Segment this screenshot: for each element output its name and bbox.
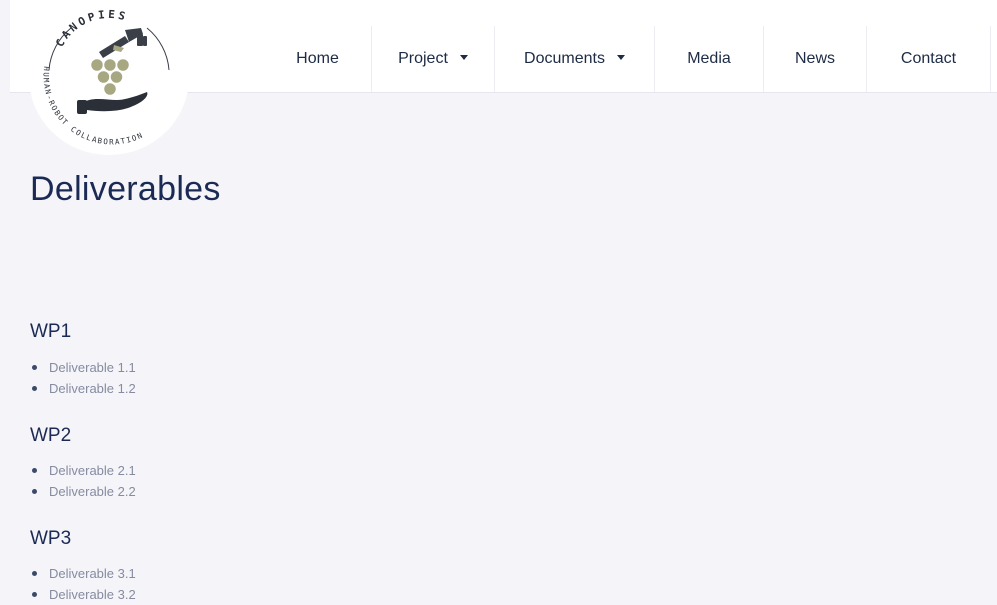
deliverable-link[interactable]: Deliverable 3.2: [30, 584, 136, 605]
caret-down-icon: [616, 54, 625, 60]
nav-news-label: News: [794, 50, 835, 67]
nav-media[interactable]: Media: [655, 26, 764, 92]
nav-contact[interactable]: Contact: [867, 26, 991, 92]
deliverable-link[interactable]: Deliverable 1.2: [30, 378, 136, 399]
nav-home-label: Home: [296, 50, 339, 67]
deliverable-list: Deliverable 2.1 Deliverable 2.2: [30, 460, 136, 502]
nav-documents-label: Documents: [524, 50, 605, 67]
page-title: Deliverables: [30, 170, 221, 208]
nav-documents[interactable]: Documents: [495, 26, 655, 92]
site-logo[interactable]: CANOPIES HUMAN-ROBOT COLLABORATION: [29, 0, 189, 155]
deliverable-link[interactable]: Deliverable 2.1: [30, 460, 136, 481]
deliverable-link[interactable]: Deliverable 2.2: [30, 481, 136, 502]
wp-heading: WP2: [30, 425, 72, 446]
wp-heading: WP3: [30, 528, 72, 549]
nav-project-label: Project: [398, 50, 448, 67]
canopies-logo-icon: CANOPIES HUMAN-ROBOT COLLABORATION: [42, 8, 170, 146]
nav-news[interactable]: News: [764, 26, 867, 92]
deliverable-link[interactable]: Deliverable 3.1: [30, 563, 136, 584]
caret-down-icon: [459, 54, 468, 60]
deliverable-list: Deliverable 3.1 Deliverable 3.2: [30, 563, 136, 605]
nav-contact-label: Contact: [900, 50, 957, 67]
nav-project[interactable]: Project: [372, 26, 495, 92]
main-nav: Home Project Documents Media News Contac…: [264, 26, 991, 92]
nav-home[interactable]: Home: [264, 26, 372, 92]
wp-heading: WP1: [30, 321, 72, 342]
deliverable-link[interactable]: Deliverable 1.1: [30, 357, 136, 378]
deliverable-list: Deliverable 1.1 Deliverable 1.2: [30, 357, 136, 399]
nav-media-label: Media: [687, 50, 731, 67]
